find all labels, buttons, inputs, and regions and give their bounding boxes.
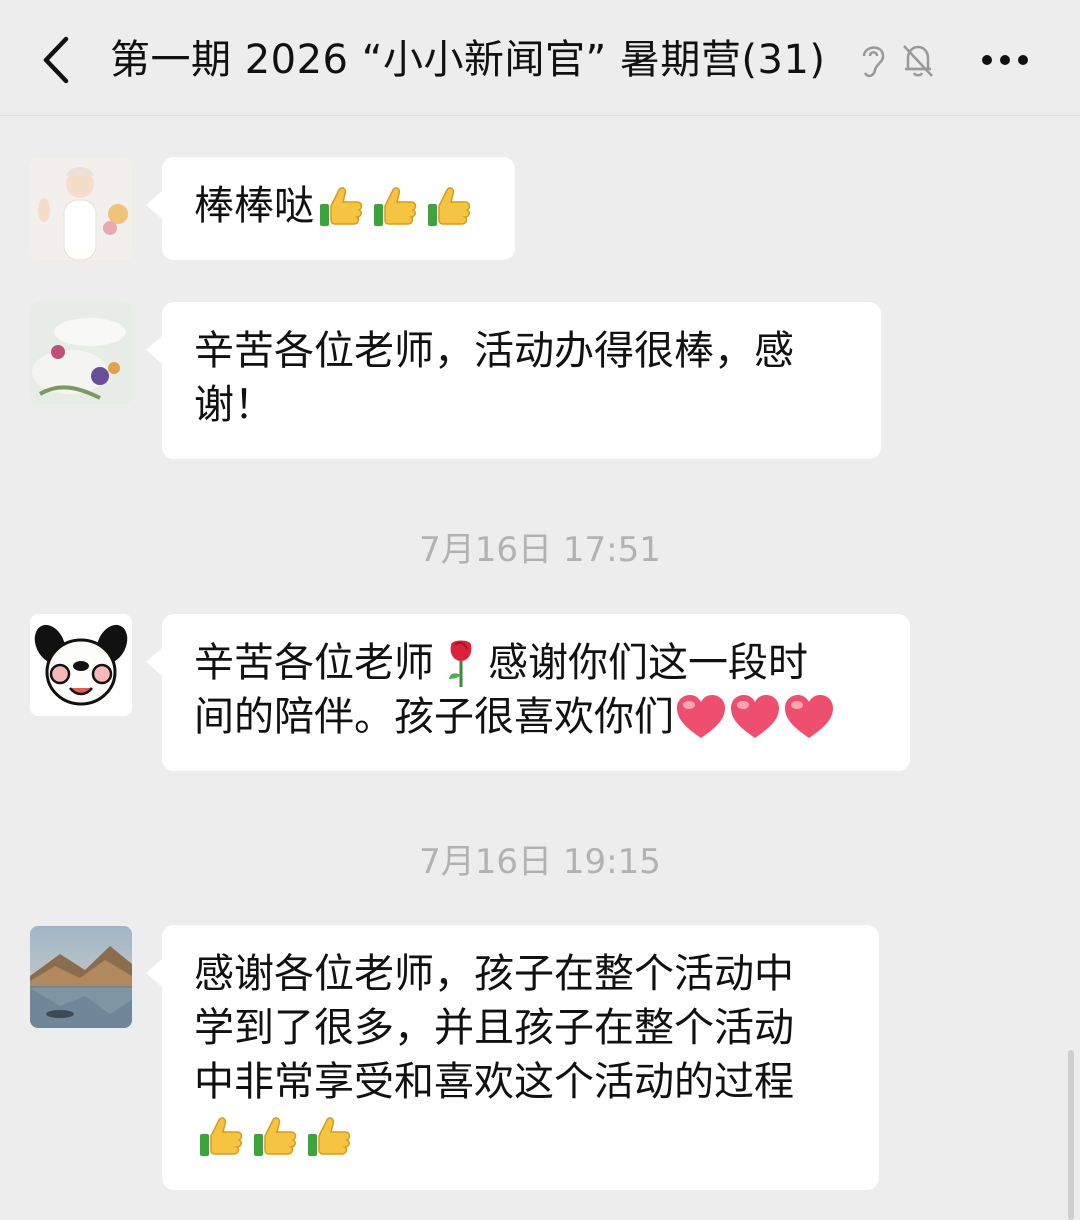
avatar[interactable] — [30, 158, 132, 260]
timestamp: 7月16日 19:15 — [419, 842, 661, 882]
message-text: 间的陪伴。孩子很喜欢你们 — [194, 694, 674, 740]
chevron-left-icon — [43, 36, 69, 84]
thumbs-up-icon — [422, 179, 476, 233]
avatar[interactable] — [30, 926, 132, 1028]
avatar[interactable] — [30, 302, 132, 404]
heart-icon — [728, 690, 782, 744]
thumbs-up-icon — [368, 179, 422, 233]
ear-icon — [862, 46, 885, 78]
message-text: 中非常享受和喜欢这个活动的过程 — [194, 1059, 794, 1105]
message-bubble[interactable]: 辛苦各位老师，活动办得很棒，感 谢！ — [146, 302, 881, 459]
heart-icon — [782, 690, 836, 744]
message-bubble[interactable]: 棒棒哒 — [146, 157, 515, 260]
message-text: 学到了很多，并且孩子在整个活动 — [194, 1005, 794, 1051]
chat-title: 第一期 2026 “小小新闻官” 暑期营(31) — [110, 37, 826, 83]
chat-header: 第一期 2026 “小小新闻官” 暑期营(31) — [0, 0, 1080, 116]
message-text: 辛苦各位老师 — [194, 640, 434, 686]
thumbs-up-icon — [314, 179, 368, 233]
back-button[interactable] — [30, 30, 80, 90]
bell-off-icon — [903, 45, 933, 77]
rose-icon — [434, 636, 488, 690]
message-text: 棒棒哒 — [194, 183, 314, 229]
thumbs-up-icon — [248, 1109, 302, 1163]
heart-icon — [674, 690, 728, 744]
message-bubble[interactable]: 辛苦各位老师 感谢你们这一段时 间的陪伴。孩子很喜欢你们 — [146, 614, 910, 771]
message-bubble[interactable]: 感谢各位老师，孩子在整个活动中 学到了很多，并且孩子在整个活动 中非常享受和喜欢… — [146, 925, 879, 1190]
message-text: 感谢你们这一段时 — [488, 640, 808, 686]
message-text: 感谢各位老师，孩子在整个活动中 — [194, 951, 794, 997]
message-text: 辛苦各位老师，活动办得很棒，感 — [194, 328, 794, 374]
timestamp: 7月16日 17:51 — [419, 530, 661, 570]
thumbs-up-icon — [302, 1109, 356, 1163]
more-button[interactable] — [982, 48, 1032, 72]
thumbs-up-icon — [194, 1109, 248, 1163]
message-text: 谢！ — [194, 382, 274, 428]
more-dots-icon — [982, 55, 992, 65]
avatar[interactable] — [30, 614, 132, 716]
scrollbar[interactable] — [1068, 1050, 1074, 1220]
